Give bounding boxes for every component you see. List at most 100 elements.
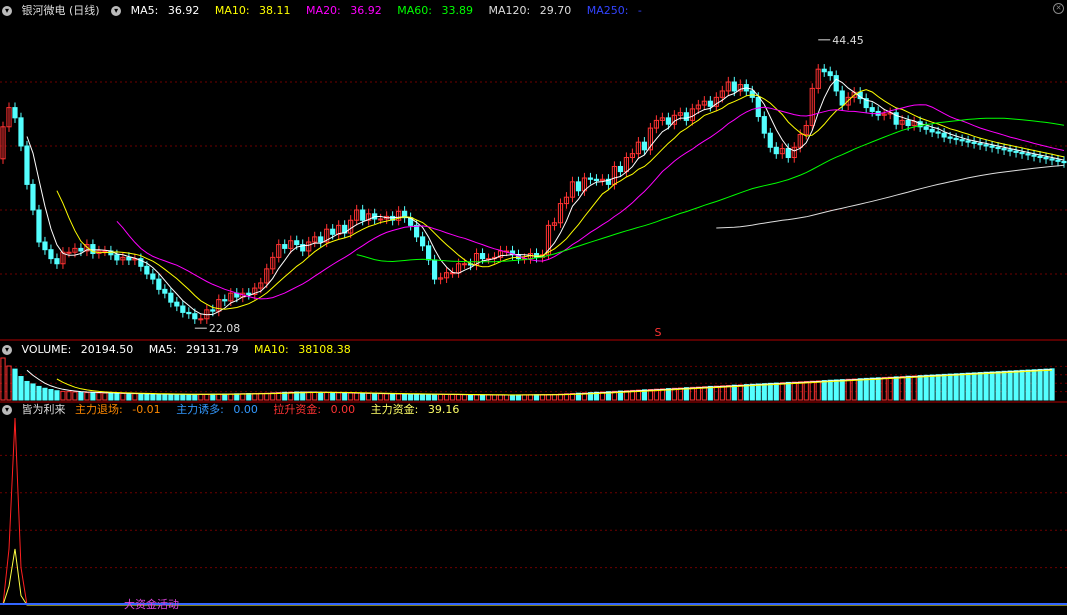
volume-bar <box>174 393 180 401</box>
volume-bar <box>228 393 234 401</box>
candle-body <box>360 209 366 221</box>
volume-bar <box>66 391 72 401</box>
volume-bar <box>144 393 150 401</box>
candle-body <box>378 218 384 221</box>
volume-bar <box>527 394 534 401</box>
ma60-label: MA60: 33.89 <box>397 4 473 17</box>
candle-body <box>761 116 767 134</box>
volume-bar <box>761 383 767 401</box>
candle-body <box>827 71 833 77</box>
volume-bar <box>827 379 833 401</box>
volume-bar <box>749 383 755 401</box>
candle-body <box>18 117 24 147</box>
close-icon[interactable]: ✕ <box>1053 3 1064 14</box>
volume-bar <box>821 380 827 401</box>
volume-bar <box>881 376 887 401</box>
volume-bar <box>515 394 522 401</box>
volume-bar <box>911 375 917 401</box>
volume-bar <box>204 393 210 401</box>
volume-bar <box>971 372 977 401</box>
candle-body <box>641 141 647 151</box>
volume-bar <box>300 391 306 401</box>
volume-bar <box>18 376 24 401</box>
candle-body <box>755 96 761 118</box>
volume-bar <box>899 376 905 401</box>
volume-bar <box>78 391 84 401</box>
candle-body <box>198 318 204 321</box>
candle-body <box>833 75 839 92</box>
candle-body <box>12 107 18 119</box>
candle-body <box>773 146 779 155</box>
volume-bar <box>797 381 803 401</box>
volume-bar <box>216 393 222 401</box>
volume-bar <box>701 386 707 401</box>
volume-bar <box>426 393 432 401</box>
volume-bar <box>917 375 923 401</box>
volume-bar <box>132 393 138 401</box>
toggle-icon[interactable]: ▾ <box>2 405 12 415</box>
kline-chart[interactable]: 44.45 22.08 S 大资金活动 <box>0 0 1067 615</box>
volume-bar <box>851 378 857 401</box>
toggle-icon[interactable]: ▾ <box>2 345 12 355</box>
candle-body <box>1043 157 1049 160</box>
volume-bar <box>869 377 875 401</box>
candle-body <box>1055 159 1061 162</box>
candle-body <box>330 228 336 235</box>
candle-body <box>1049 158 1055 161</box>
volume-bar <box>330 392 336 401</box>
candle-body <box>965 140 971 143</box>
ma20-line <box>116 104 1065 300</box>
volume-bar <box>467 394 474 401</box>
volume-bar <box>503 394 510 401</box>
volume-bar <box>743 384 749 401</box>
volume-bar <box>234 393 240 401</box>
candle-body <box>30 183 36 211</box>
toggle-icon[interactable]: ▾ <box>111 6 122 16</box>
ma5-line <box>26 78 1065 316</box>
volume-bar <box>479 394 486 401</box>
volume-bar <box>84 392 90 401</box>
volume-bar <box>857 378 863 401</box>
volume-bar <box>138 393 144 401</box>
candle-body <box>174 301 180 307</box>
candle-body <box>923 126 929 130</box>
candle-body <box>24 145 30 185</box>
volume-bar <box>246 393 252 401</box>
volume-bar <box>306 391 312 401</box>
volume-bar <box>935 374 941 401</box>
candle-body <box>1037 155 1043 159</box>
volume-bar <box>893 376 899 401</box>
volume-bar <box>420 393 426 401</box>
candle-body <box>1025 153 1031 156</box>
candle-body <box>767 132 773 148</box>
volume-bar <box>989 371 995 401</box>
volume-bar <box>731 384 737 401</box>
volume-bar <box>959 372 965 401</box>
candle-body <box>1061 160 1067 164</box>
candle-body <box>431 259 438 280</box>
volume-bar <box>833 379 839 401</box>
volume-bar <box>941 373 947 401</box>
volume-bar <box>695 386 701 401</box>
ma10-label: MA10: 38.11 <box>214 4 291 17</box>
volume-ma5-label: MA5: 29131.79 <box>148 343 239 356</box>
candle-body <box>1031 154 1037 157</box>
candle-body <box>479 253 486 260</box>
volume-label: VOLUME: 20194.50 <box>21 343 134 356</box>
indicator-yellow-line <box>2 548 1067 606</box>
volume-bar <box>767 382 773 401</box>
candle-body <box>983 144 989 147</box>
volume-bar <box>60 390 66 401</box>
volume-bar <box>497 394 504 401</box>
candle-body <box>869 107 875 112</box>
candle-body <box>426 245 432 261</box>
volume-bar <box>126 393 132 401</box>
volume-bar <box>390 393 396 401</box>
volume-bar <box>48 389 54 401</box>
volume-bar <box>713 385 719 401</box>
volume-bar <box>1031 369 1037 401</box>
toggle-icon[interactable]: ▾ <box>2 6 12 16</box>
candle-body <box>126 256 132 261</box>
candle-body <box>749 90 755 98</box>
volume-bar <box>96 392 102 401</box>
